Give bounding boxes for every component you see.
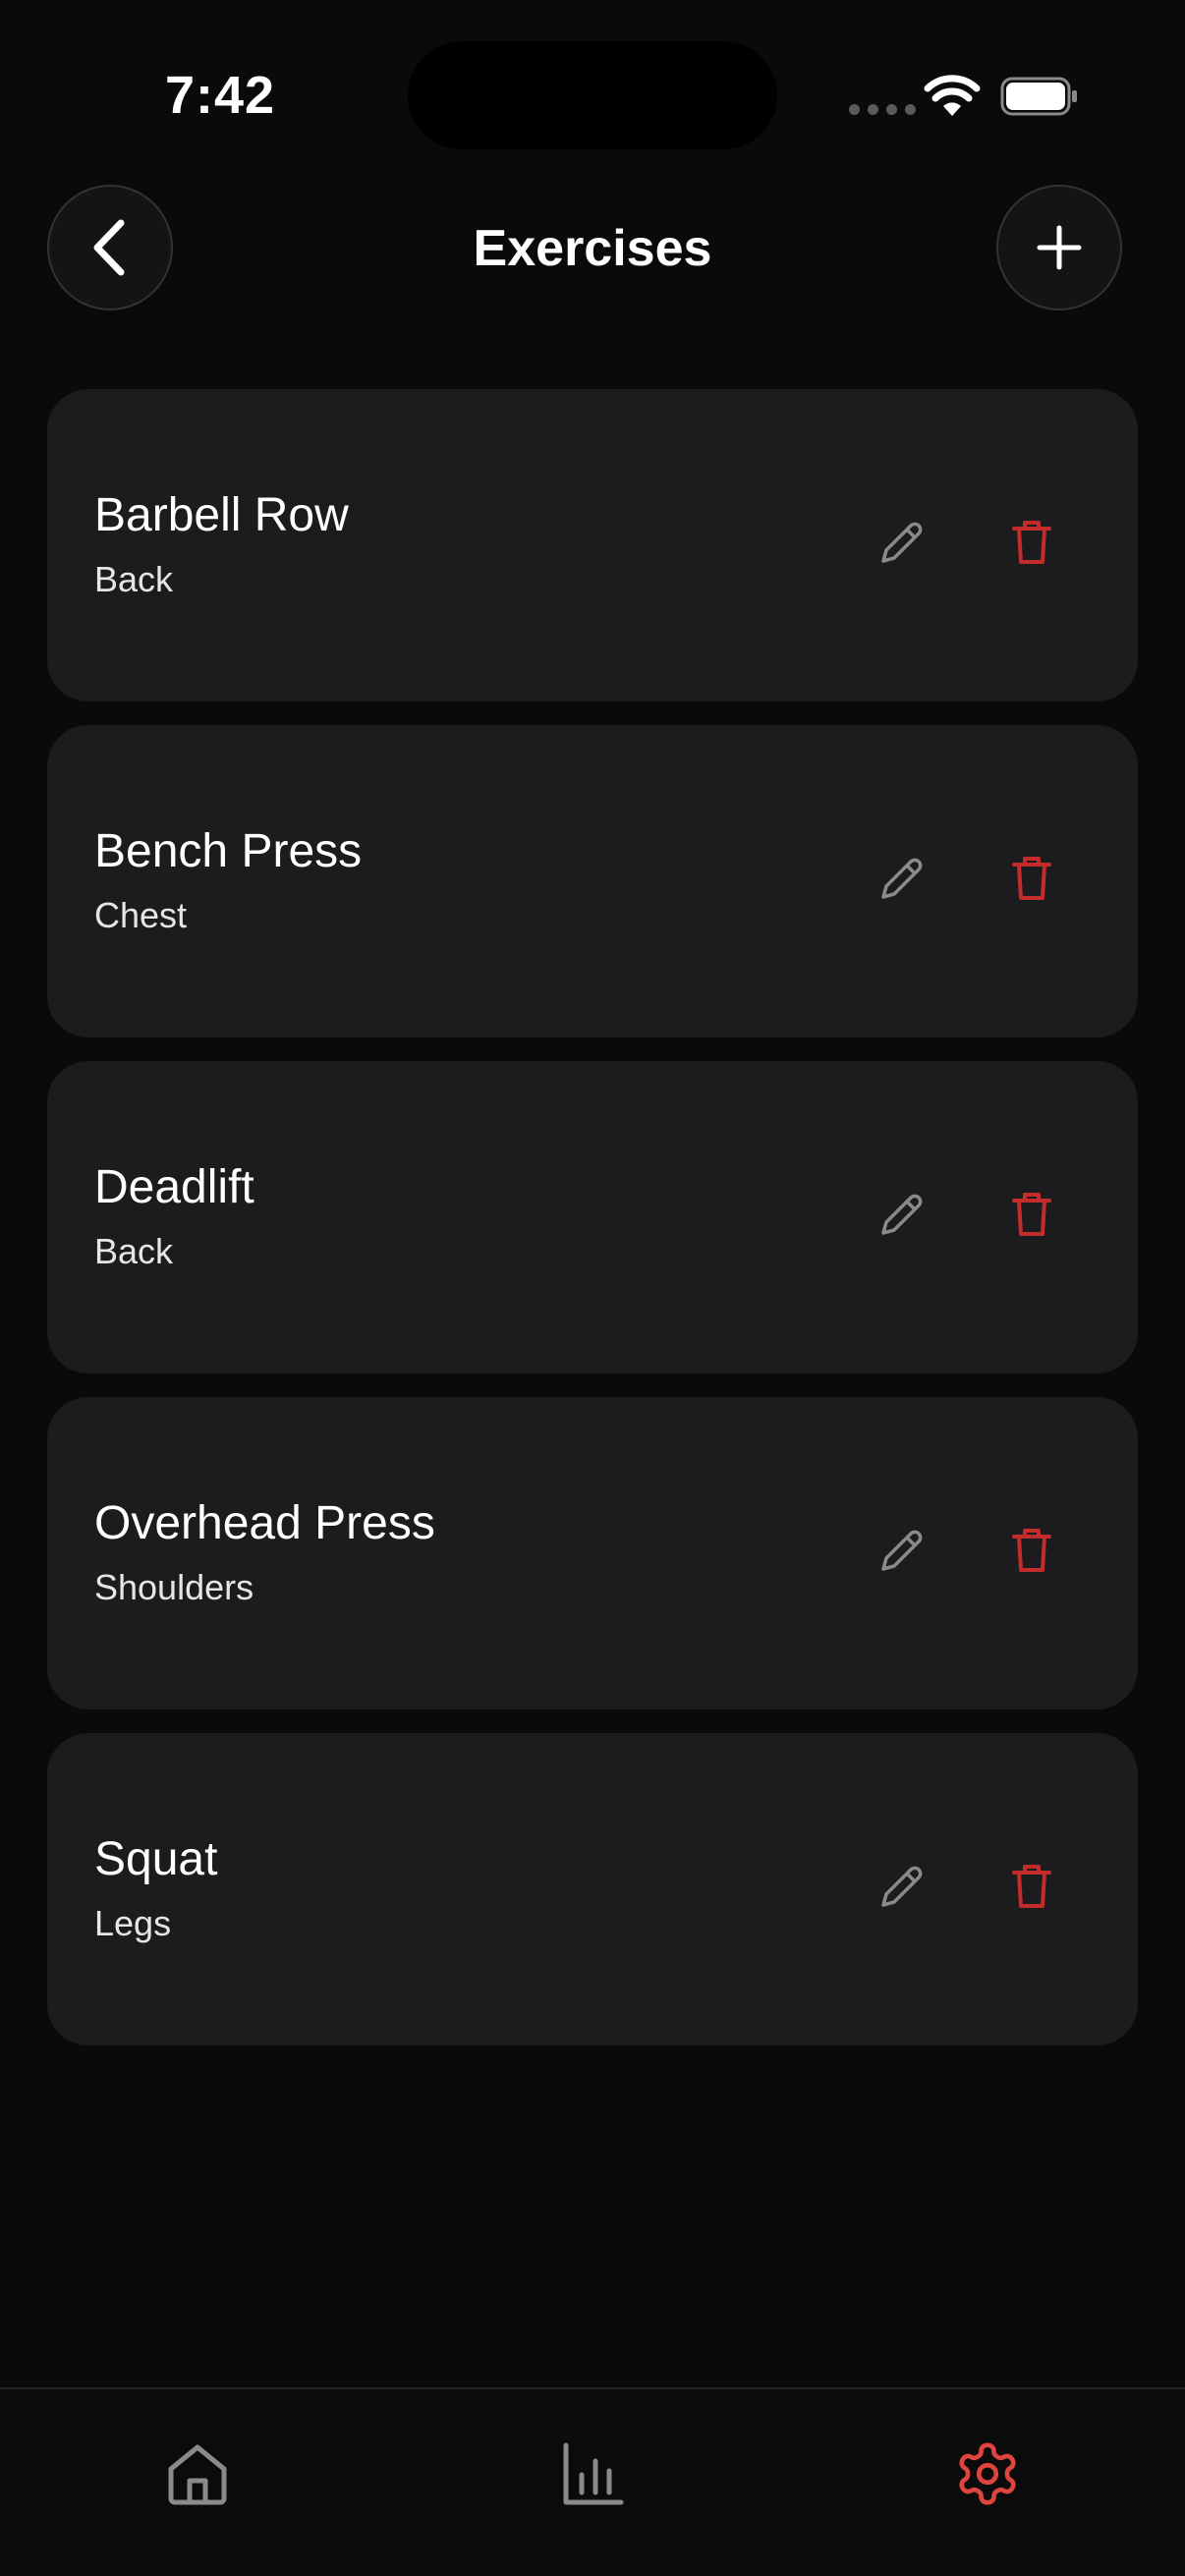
pencil-icon	[881, 522, 923, 563]
battery-icon	[1000, 77, 1077, 116]
home-icon	[168, 2444, 227, 2505]
edit-button[interactable]	[871, 1519, 933, 1582]
pencil-icon	[881, 1530, 923, 1571]
exercise-muscle-group: Legs	[94, 1903, 172, 1943]
delete-button[interactable]	[1000, 1855, 1063, 1918]
delete-button[interactable]	[1000, 1183, 1063, 1246]
exercise-name: Deadlift	[94, 1161, 254, 1213]
exercise-name: Barbell Row	[94, 489, 349, 541]
pencil-icon	[881, 858, 923, 899]
add-exercise-button[interactable]	[996, 185, 1122, 310]
edit-button[interactable]	[871, 847, 933, 910]
trash-icon	[1012, 521, 1051, 564]
bar-chart-icon	[563, 2442, 624, 2505]
delete-button[interactable]	[1000, 1519, 1063, 1582]
dynamic-island	[408, 41, 777, 149]
delete-button[interactable]	[1000, 847, 1063, 910]
exercise-card[interactable]: Overhead Press Shoulders	[47, 1397, 1138, 1709]
exercise-muscle-group: Shoulders	[94, 1567, 254, 1607]
gear-icon	[959, 2442, 1016, 2505]
pencil-icon	[881, 1194, 923, 1235]
trash-icon	[1012, 857, 1051, 900]
exercise-muscle-group: Back	[94, 559, 174, 599]
tab-settings[interactable]	[948, 2435, 1027, 2513]
status-bar: 7:42	[0, 0, 1185, 196]
edit-button[interactable]	[871, 1183, 933, 1246]
delete-button[interactable]	[1000, 511, 1063, 574]
tab-home[interactable]	[158, 2435, 237, 2513]
tab-stats[interactable]	[553, 2435, 632, 2513]
trash-icon	[1012, 1193, 1051, 1236]
tab-bar	[0, 2387, 1185, 2576]
exercise-muscle-group: Back	[94, 1231, 174, 1271]
plus-icon	[1037, 225, 1082, 270]
trash-icon	[1012, 1865, 1051, 1908]
exercise-card[interactable]: Bench Press Chest	[47, 725, 1138, 1037]
edit-button[interactable]	[871, 511, 933, 574]
status-time: 7:42	[165, 66, 276, 125]
wifi-icon	[924, 75, 981, 116]
exercise-muscle-group: Chest	[94, 895, 188, 935]
trash-icon	[1012, 1529, 1051, 1572]
exercise-name: Squat	[94, 1833, 218, 1885]
exercise-card[interactable]: Deadlift Back	[47, 1061, 1138, 1373]
signal-icon	[849, 104, 916, 115]
pencil-icon	[881, 1866, 923, 1907]
exercise-card[interactable]: Barbell Row Back	[47, 389, 1138, 701]
exercise-name: Bench Press	[94, 825, 363, 877]
edit-button[interactable]	[871, 1855, 933, 1918]
exercise-name: Overhead Press	[94, 1497, 435, 1549]
exercise-card[interactable]: Squat Legs	[47, 1733, 1138, 2045]
